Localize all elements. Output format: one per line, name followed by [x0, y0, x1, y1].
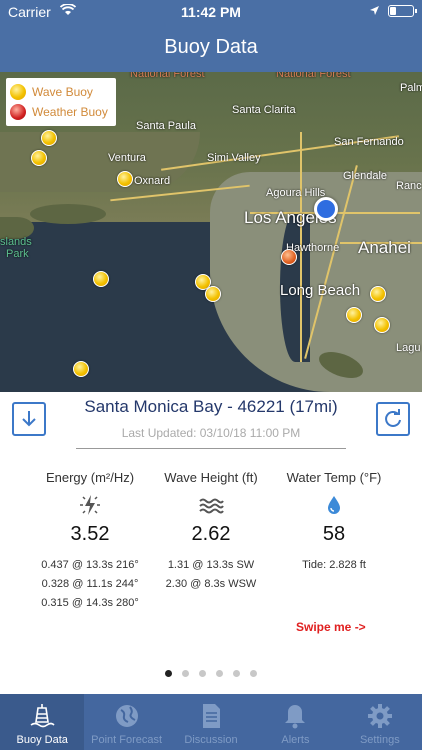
map-label: Glendale [343, 170, 388, 182]
map-label: Oxnard [134, 175, 171, 187]
waves-icon [199, 498, 224, 514]
tide-text: Tide: 2.828 ft [302, 559, 366, 571]
map-label: Park [6, 248, 29, 260]
santa-cruz-island [30, 204, 106, 224]
wave-buoy-marker[interactable] [31, 150, 47, 166]
map-label: Simi Valley [207, 152, 261, 164]
wave-buoy-marker[interactable] [117, 171, 133, 187]
page-dot[interactable] [199, 670, 206, 677]
page-dot[interactable] [182, 670, 189, 677]
tab-label: Discussion [184, 734, 238, 746]
tab-label: Point Forecast [91, 734, 163, 746]
tab-label: Alerts [281, 734, 310, 746]
download-arrow-icon [22, 411, 36, 427]
map-label: Anahei [358, 238, 411, 257]
water-temp-value: 58 [322, 523, 346, 545]
wave-buoy-marker[interactable] [374, 317, 390, 333]
tab-label: Settings [359, 734, 400, 746]
last-updated: Last Updated: 03/10/18 11:00 PM [76, 426, 346, 449]
tab-buoy-data[interactable]: Buoy Data [0, 694, 85, 750]
weather-buoy-marker[interactable] [281, 249, 297, 265]
map-label: National Forest [130, 72, 205, 80]
map-label: Long Beach [280, 282, 361, 299]
buoy-map[interactable]: National Forest National Forest Palm San… [0, 72, 422, 392]
tab-label: Buoy Data [16, 734, 68, 746]
map-legend: Wave Buoy Weather Buoy [6, 78, 116, 126]
wave-buoy-marker[interactable] [370, 286, 386, 302]
map-label: Ranc [396, 180, 422, 192]
energy-lightning-icon [80, 495, 100, 515]
tab-alerts[interactable]: Alerts [253, 694, 337, 750]
status-time: 11:42 PM [181, 4, 241, 20]
map-label: slands [0, 236, 32, 248]
buoy-icon [30, 704, 55, 728]
swipe-hint[interactable]: Swipe me -> [296, 620, 366, 634]
legend-weather-row: Weather Buoy [10, 102, 112, 122]
energy-swell-line: 0.315 @ 14.3s 280° [41, 597, 139, 609]
map-label: Lagu [396, 342, 421, 354]
map-label: San Fernando [334, 136, 404, 148]
energy-swells: 0.437 @ 13.3s 216° 0.328 @ 11.1s 244° 0.… [20, 556, 160, 613]
map-label: Santa Clarita [232, 104, 296, 116]
wave-swells: 1.31 @ 13.3s SW 2.30 @ 8.3s WSW [141, 556, 281, 594]
wave-buoy-marker[interactable] [93, 271, 109, 287]
water-temp-label: Water Temp (°F) [286, 470, 382, 485]
header-bar: Carrier 11:42 PM Buoy Data [0, 0, 422, 72]
legend-weather-label: Weather Buoy [32, 105, 108, 119]
refresh-button[interactable] [376, 402, 410, 436]
wave-buoy-marker[interactable] [346, 307, 362, 323]
tab-discussion[interactable]: Discussion [169, 694, 253, 750]
location-arrow-icon [370, 6, 379, 15]
gear-icon [367, 704, 392, 728]
battery-icon [388, 5, 417, 17]
refresh-icon [385, 409, 401, 427]
energy-label: Energy (m²/Hz) [45, 470, 135, 485]
water-drop-icon [328, 496, 340, 514]
tab-point-forecast[interactable]: Point Forecast [84, 694, 168, 750]
download-button[interactable] [12, 402, 46, 436]
tab-settings[interactable]: Settings [338, 694, 422, 750]
wave-height-value: 2.62 [191, 523, 231, 545]
user-location-marker [314, 197, 338, 221]
weather-buoy-icon [10, 104, 26, 120]
map-label: Ventura [108, 152, 146, 164]
page-dot[interactable] [216, 670, 223, 677]
page-title: Buoy Data [164, 36, 258, 58]
wave-buoy-marker[interactable] [205, 286, 221, 302]
wave-buoy-marker[interactable] [73, 361, 89, 377]
page-indicator[interactable] [0, 670, 422, 677]
map-label: Palm [400, 82, 422, 94]
energy-column: Energy (m²/Hz) 3.52 0.437 @ 13.3s 216° 0… [20, 470, 160, 613]
wave-height-label: Wave Height (ft) [164, 470, 258, 485]
status-bar: Carrier 11:42 PM [0, 0, 422, 24]
energy-swell-line: 0.437 @ 13.3s 216° [41, 559, 139, 571]
page-dot[interactable] [233, 670, 240, 677]
globe-icon [115, 705, 138, 727]
page-dot[interactable] [165, 670, 172, 677]
legend-wave-row: Wave Buoy [10, 82, 112, 102]
energy-swell-line: 0.328 @ 11.1s 244° [41, 578, 139, 590]
station-title: Santa Monica Bay - 46221 (17mi) [84, 397, 338, 416]
water-temp-column: Water Temp (°F) 58 Tide: 2.828 ft [264, 470, 404, 575]
tab-bar: Buoy Data Point Forecast Discussion Aler… [0, 694, 422, 750]
map-label: Agoura Hills [266, 187, 326, 199]
energy-value: 3.52 [70, 523, 110, 545]
map-label: Santa Paula [136, 120, 196, 132]
wave-buoy-icon [10, 84, 26, 100]
map-label: National Forest [276, 72, 351, 80]
page-dot[interactable] [250, 670, 257, 677]
legend-wave-label: Wave Buoy [32, 85, 93, 99]
wave-swell-line: 1.31 @ 13.3s SW [167, 559, 255, 571]
wave-buoy-marker[interactable] [41, 130, 57, 146]
document-icon [203, 704, 221, 728]
wave-swell-line: 2.30 @ 8.3s WSW [165, 578, 257, 590]
bell-icon [285, 705, 306, 729]
wave-height-column: Wave Height (ft) 2.62 1.31 @ 13.3s SW 2.… [141, 470, 281, 594]
